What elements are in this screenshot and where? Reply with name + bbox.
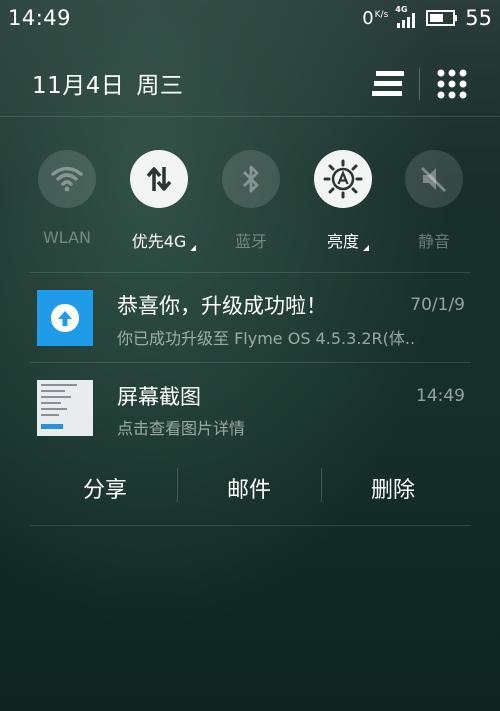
- notification-title: 恭喜你，升级成功啦！: [117, 294, 327, 318]
- net-speed-value: 0: [362, 7, 374, 29]
- notification-time: 70/1/9: [410, 295, 465, 315]
- toggle-bluetooth-label: 蓝牙: [234, 232, 267, 251]
- toggle-brightness[interactable]: 亮度: [297, 150, 389, 252]
- date-header: 11月4日 周三: [32, 66, 195, 100]
- toggle-wlan-label: WLAN: [42, 228, 91, 247]
- menu-lines-icon[interactable]: [372, 69, 406, 103]
- toggle-brightness-label: 亮度: [326, 228, 369, 252]
- notification-time: 14:49: [416, 386, 465, 406]
- divider: [29, 272, 471, 273]
- notification-title: 屏幕截图: [117, 385, 201, 409]
- toggle-mute[interactable]: 静音: [388, 150, 480, 252]
- divider: [29, 525, 471, 526]
- net-speed-unit: K/s: [374, 9, 389, 20]
- divider: [29, 362, 471, 363]
- action-divider: [321, 468, 322, 502]
- header-separator: [0, 116, 500, 117]
- header-divider: [419, 68, 420, 100]
- toggle-4g[interactable]: 优先4G: [113, 150, 205, 252]
- mute-icon: [405, 150, 463, 208]
- upgrade-arrow-icon: [37, 290, 93, 346]
- status-icons: 0 K/s 4G 55: [362, 5, 492, 31]
- notification-body: 点击查看图片详情: [117, 419, 246, 438]
- caret-icon: [363, 245, 369, 251]
- screenshot-thumbnail: [37, 380, 93, 436]
- data-arrows-icon: [130, 150, 188, 208]
- toggle-brightness-label-text: 亮度: [326, 232, 359, 251]
- battery-level: 55: [465, 6, 492, 30]
- toggle-bluetooth[interactable]: 蓝牙: [205, 150, 297, 252]
- toggle-mute-label: 静音: [417, 232, 450, 251]
- wifi-icon: [38, 150, 96, 208]
- status-time: 14:49: [8, 6, 72, 30]
- grid-dots-icon[interactable]: [437, 69, 467, 103]
- weekday-text: 周三: [136, 73, 184, 99]
- date-text: 11月4日: [32, 73, 125, 99]
- net-speed: 0 K/s: [362, 8, 388, 29]
- toggle-4g-label-text: 优先4G: [131, 232, 187, 251]
- action-divider: [177, 468, 178, 502]
- toggle-4g-label: 优先4G: [131, 228, 197, 252]
- notification-body: 你已成功升级至 Flyme OS 4.5.3.2R(体..: [117, 329, 416, 348]
- share-button[interactable]: 分享: [45, 472, 165, 504]
- delete-button[interactable]: 删除: [333, 472, 453, 504]
- signal-icon: 4G: [395, 5, 419, 28]
- toggle-wlan[interactable]: WLAN: [21, 150, 113, 247]
- bluetooth-icon: [222, 150, 280, 208]
- status-bar: 14:49 0 K/s 4G 55: [0, 0, 500, 36]
- mail-button[interactable]: 邮件: [189, 472, 309, 504]
- caret-icon: [190, 245, 197, 251]
- brightness-auto-icon: [314, 150, 372, 208]
- battery-icon: [426, 10, 458, 26]
